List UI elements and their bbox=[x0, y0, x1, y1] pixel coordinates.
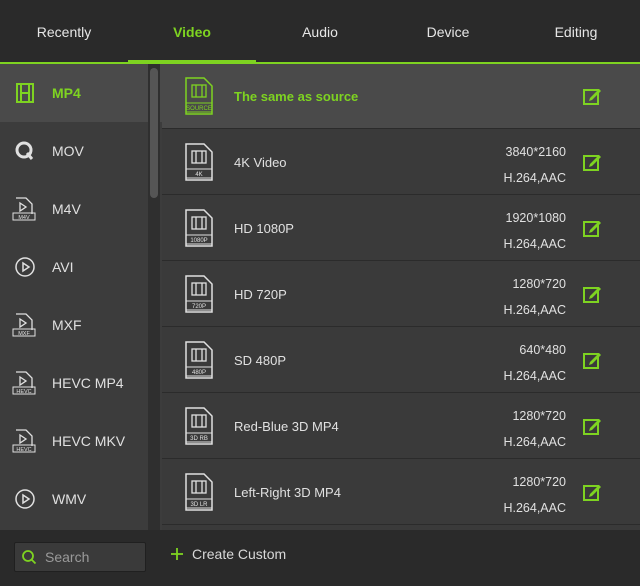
sidebar-item-label: M4V bbox=[52, 201, 81, 217]
sidebar-item-mp4[interactable]: MP4 bbox=[0, 64, 162, 122]
preset-name: Left-Right 3D MP4 bbox=[234, 484, 341, 500]
video-file-icon: 1080P bbox=[185, 209, 213, 247]
sidebar-item-label: HEVC MKV bbox=[52, 433, 126, 449]
video-file-icon: 4K bbox=[185, 143, 213, 181]
preset-resolution: 640*480 bbox=[519, 343, 566, 357]
preset-row[interactable]: 1080P HD 1080P 1920*1080 H.264,AAC bbox=[162, 196, 640, 261]
file-badge-text: 480P bbox=[192, 370, 206, 376]
sidebar-item-label: MOV bbox=[52, 143, 84, 159]
preset-specs: 1280*720 H.264,AAC bbox=[503, 271, 566, 323]
preset-codec: H.264,AAC bbox=[503, 303, 566, 317]
mxf-badge-text: MXF bbox=[18, 331, 30, 337]
preset-resolution: 1920*1080 bbox=[505, 211, 566, 225]
sidebar-item-wmv[interactable]: WMV bbox=[0, 470, 162, 528]
preset-name: HD 1080P bbox=[234, 220, 294, 236]
sidebar-item-label: MP4 bbox=[52, 85, 81, 101]
source-file-icon: SOURCE bbox=[185, 77, 213, 115]
edit-icon[interactable] bbox=[582, 350, 602, 370]
plus-icon bbox=[171, 548, 183, 560]
edit-icon[interactable] bbox=[582, 152, 602, 172]
preset-codec: H.264,AAC bbox=[503, 237, 566, 251]
scrollbar-thumb[interactable] bbox=[150, 68, 158, 198]
edit-icon[interactable] bbox=[582, 482, 602, 502]
preset-row[interactable]: SOURCE The same as source bbox=[162, 64, 640, 129]
preset-row[interactable]: 720P HD 720P 1280*720 H.264,AAC bbox=[162, 262, 640, 327]
preset-codec: H.264,AAC bbox=[503, 171, 566, 185]
preset-resolution: 1280*720 bbox=[512, 409, 566, 423]
preset-codec: H.264,AAC bbox=[503, 435, 566, 449]
quicktime-icon bbox=[12, 138, 38, 164]
search-box[interactable] bbox=[14, 542, 146, 572]
file-badge-text: 4K bbox=[195, 172, 202, 178]
3d-video-file-icon: 3D RB bbox=[185, 407, 213, 445]
hevc-file-icon: HEVC bbox=[12, 428, 38, 454]
file-badge-text: 1080P bbox=[190, 238, 207, 244]
sidebar-scrollbar[interactable] bbox=[148, 64, 160, 530]
preset-specs: 1280*720 H.264,AAC bbox=[503, 403, 566, 455]
file-badge-text: 3D LR bbox=[190, 502, 208, 508]
mxf-file-icon: MXF bbox=[12, 312, 38, 338]
preset-specs: 3840*2160 H.264,AAC bbox=[503, 139, 566, 191]
create-custom-label: Create Custom bbox=[192, 546, 287, 562]
sidebar-item-hevc-mkv[interactable]: HEVC HEVC MKV bbox=[0, 412, 162, 470]
hevc-badge-text: HEVC bbox=[16, 447, 31, 453]
3d-video-file-icon: 3D LR bbox=[185, 473, 213, 511]
tab-editing[interactable]: Editing bbox=[512, 0, 640, 64]
preset-specs: 1280*720 H.264,AAC bbox=[503, 469, 566, 521]
edit-icon[interactable] bbox=[582, 416, 602, 436]
preset-resolution: 1280*720 bbox=[512, 277, 566, 291]
sidebar-item-label: AVI bbox=[52, 259, 74, 275]
preset-name: 4K Video bbox=[234, 154, 287, 170]
film-icon bbox=[12, 80, 38, 106]
preset-resolution: 3840*2160 bbox=[505, 145, 566, 159]
edit-icon[interactable] bbox=[582, 284, 602, 304]
sidebar-item-mxf[interactable]: MXF MXF bbox=[0, 296, 162, 354]
tab-video[interactable]: Video bbox=[128, 0, 256, 64]
preset-name: Red-Blue 3D MP4 bbox=[234, 418, 339, 434]
tab-recently[interactable]: Recently bbox=[0, 0, 128, 64]
preset-resolution: 1280*720 bbox=[512, 475, 566, 489]
sidebar-item-hevc-mp4[interactable]: HEVC HEVC MP4 bbox=[0, 354, 162, 412]
create-custom-button[interactable]: Create Custom bbox=[170, 546, 286, 562]
preset-name: The same as source bbox=[234, 88, 359, 104]
sidebar-item-avi[interactable]: AVI bbox=[0, 238, 162, 296]
m4v-badge-text: M4V bbox=[18, 215, 30, 221]
format-tabs: Recently Video Audio Device Editing bbox=[0, 0, 640, 64]
bottom-bar: Create Custom bbox=[0, 530, 640, 586]
sidebar-item-label: WMV bbox=[52, 491, 87, 507]
preset-name: HD 720P bbox=[234, 286, 287, 302]
preset-row[interactable]: 3D LR Left-Right 3D MP4 1280*720 H.264,A… bbox=[162, 460, 640, 525]
play-circle-icon bbox=[12, 486, 38, 512]
preset-row[interactable]: 3D RB Red-Blue 3D MP4 1280*720 H.264,AAC bbox=[162, 394, 640, 459]
file-badge-text: 720P bbox=[192, 304, 206, 310]
sidebar-item-mov[interactable]: MOV bbox=[0, 122, 162, 180]
file-badge-text: 3D RB bbox=[190, 436, 208, 442]
file-badge-text: SOURCE bbox=[186, 106, 212, 112]
sidebar-item-label: HEVC MP4 bbox=[52, 375, 124, 391]
search-icon bbox=[22, 550, 37, 565]
preset-specs: 640*480 H.264,AAC bbox=[503, 337, 566, 389]
hevc-file-icon: HEVC bbox=[12, 370, 38, 396]
preset-row[interactable]: 480P SD 480P 640*480 H.264,AAC bbox=[162, 328, 640, 393]
edit-icon[interactable] bbox=[582, 218, 602, 238]
m4v-file-icon: M4V bbox=[12, 196, 38, 222]
tab-device[interactable]: Device bbox=[384, 0, 512, 64]
preset-name: SD 480P bbox=[234, 352, 287, 368]
play-circle-icon bbox=[12, 254, 38, 280]
sidebar-item-m4v[interactable]: M4V M4V bbox=[0, 180, 162, 238]
search-input[interactable] bbox=[43, 548, 143, 566]
preset-codec: H.264,AAC bbox=[503, 501, 566, 515]
format-sidebar: MP4 MOV M4V M4V AVI MXF MXF HEVC HEVC MP… bbox=[0, 64, 163, 530]
edit-icon[interactable] bbox=[582, 86, 602, 106]
preset-specs: 1920*1080 H.264,AAC bbox=[503, 205, 566, 257]
preset-list: SOURCE The same as source 4K 4K Video 38… bbox=[162, 64, 640, 530]
hevc-badge-text: HEVC bbox=[16, 389, 31, 395]
preset-codec: H.264,AAC bbox=[503, 369, 566, 383]
sidebar-item-label: MXF bbox=[52, 317, 82, 333]
video-file-icon: 480P bbox=[185, 341, 213, 379]
preset-row[interactable]: 4K 4K Video 3840*2160 H.264,AAC bbox=[162, 130, 640, 195]
video-file-icon: 720P bbox=[185, 275, 213, 313]
tab-audio[interactable]: Audio bbox=[256, 0, 384, 64]
